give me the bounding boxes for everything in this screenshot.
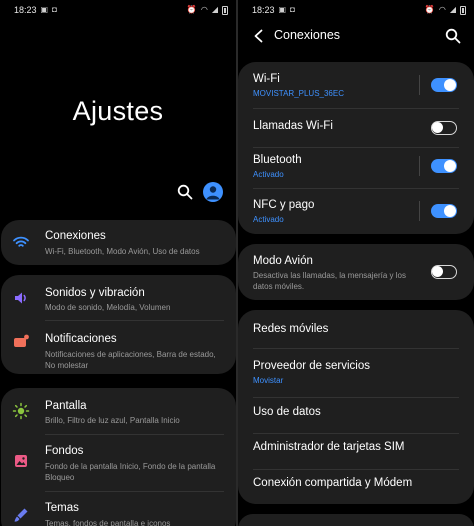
menu-item-tethering[interactable]: Conexión compartida y Módem	[238, 470, 474, 504]
account-avatar-icon[interactable]	[203, 182, 223, 202]
settings-item-subtitle: Notificaciones de aplicaciones, Barra de…	[45, 350, 216, 370]
status-time: 18:23	[14, 5, 37, 15]
settings-item-notifications[interactable]: Notificaciones Notificaciones de aplicac…	[1, 321, 236, 374]
wifi-calling-row[interactable]: Llamadas Wi-Fi	[238, 109, 474, 147]
settings-item-title: Temas	[45, 502, 79, 514]
wifi-title: Wi-Fi	[253, 73, 280, 85]
image-icon	[15, 455, 27, 467]
menu-item-service-provider[interactable]: Proveedor de servicios Movistar	[238, 349, 474, 397]
airplane-mode-description: Desactiva las llamadas, la mensajería y …	[253, 271, 406, 291]
notification-icon	[14, 334, 29, 347]
settings-item-subtitle: Modo de sonido, Melodía, Volumen	[45, 303, 171, 312]
status-time: 18:23	[252, 5, 275, 15]
wifi-calling-title: Llamadas Wi-Fi	[253, 120, 333, 132]
menu-item-title: Conexión compartida y Módem	[253, 477, 413, 489]
page-title: Ajustes	[72, 96, 164, 126]
settings-item-subtitle: Brillo, Filtro de luz azul, Pantalla Ini…	[45, 416, 180, 425]
wifi-calling-toggle[interactable]	[431, 121, 457, 135]
separator	[419, 201, 420, 221]
menu-item-title: Proveedor de servicios	[253, 360, 370, 372]
settings-item-title: Fondos	[45, 445, 84, 457]
wifi-network-name: MOVISTAR_PLUS_36EC	[253, 89, 344, 98]
bluetooth-title: Bluetooth	[253, 154, 302, 166]
status-bar: 18:23 ▣ ◘ ⏰ ◠ ◢	[238, 0, 474, 20]
bluetooth-toggle[interactable]	[431, 159, 457, 173]
settings-item-subtitle: Temas, fondos de pantalla e iconos	[45, 519, 171, 526]
airplane-mode-title: Modo Avión	[253, 255, 313, 267]
settings-item-subtitle: Fondo de la pantalla Inicio, Fondo de la…	[45, 462, 216, 482]
settings-card-display: Pantalla Brillo, Filtro de luz azul, Pan…	[1, 388, 236, 526]
nfc-toggle[interactable]	[431, 204, 457, 218]
alarm-icon: ⏰	[186, 5, 197, 14]
settings-item-title: Sonidos y vibración	[45, 287, 145, 299]
menu-item-title: Administrador de tarjetas SIM	[253, 441, 405, 453]
airplane-mode-toggle[interactable]	[431, 265, 457, 279]
settings-item-title: Notificaciones	[45, 333, 117, 345]
settings-item-sounds[interactable]: Sonidos y vibración Modo de sonido, Melo…	[1, 275, 236, 319]
back-arrow-icon[interactable]	[252, 28, 266, 44]
menu-item-subtitle: Movistar	[253, 376, 284, 385]
connections-menu-card: Redes móviles Proveedor de servicios Mov…	[238, 310, 474, 504]
wifi-status-icon: ◠	[438, 5, 446, 14]
connections-toggles-card: Wi-Fi MOVISTAR_PLUS_36EC Llamadas Wi-Fi …	[238, 62, 474, 234]
settings-item-subtitle: Wi-Fi, Bluetooth, Modo Avión, Uso de dat…	[45, 247, 200, 256]
brush-icon	[14, 508, 28, 522]
airplane-mode-card: Modo Avión Desactiva las llamadas, la me…	[238, 244, 474, 300]
nfc-title: NFC y pago	[253, 199, 315, 211]
status-bar: 18:23 ▣ ◘ ⏰ ◠ ◢	[0, 0, 236, 20]
bluetooth-status: Activado	[253, 170, 284, 179]
menu-item-data-usage[interactable]: Uso de datos	[238, 398, 474, 433]
settings-home-screen: 18:23 ▣ ◘ ⏰ ◠ ◢ Ajustes Conexiones Wi-Fi…	[0, 0, 236, 526]
settings-card-connections: Conexiones Wi-Fi, Bluetooth, Modo Avión,…	[1, 220, 236, 265]
settings-item-themes[interactable]: Temas Temas, fondos de pantalla e iconos	[1, 492, 236, 526]
wifi-toggle[interactable]	[431, 78, 457, 92]
signal-icon: ◢	[449, 5, 456, 14]
battery-icon	[460, 5, 466, 15]
wifi-icon	[13, 236, 29, 247]
media-notification-icon: ◘	[52, 5, 57, 14]
wifi-status-icon: ◠	[200, 5, 208, 14]
sun-icon	[12, 402, 30, 420]
media-notification-icon: ◘	[290, 5, 295, 14]
search-icon[interactable]	[444, 27, 462, 45]
alarm-icon: ⏰	[424, 5, 435, 14]
airplane-mode-row[interactable]: Modo Avión Desactiva las llamadas, la me…	[238, 244, 474, 300]
speaker-icon	[15, 292, 26, 304]
bluetooth-row[interactable]: Bluetooth Activado	[238, 148, 474, 188]
connections-screen: 18:23 ▣ ◘ ⏰ ◠ ◢ Conexiones Wi-Fi MOVISTA…	[238, 0, 474, 526]
page-title: Conexiones	[274, 28, 341, 42]
menu-item-title: Redes móviles	[253, 323, 329, 335]
menu-item-mobile-networks[interactable]: Redes móviles	[238, 310, 474, 348]
wifi-row[interactable]: Wi-Fi MOVISTAR_PLUS_36EC	[238, 62, 474, 108]
separator	[419, 156, 420, 176]
nfc-row[interactable]: NFC y pago Activado	[238, 189, 474, 234]
signal-icon: ◢	[211, 5, 218, 14]
more-connections-card	[238, 514, 474, 526]
gallery-notification-icon: ▣	[278, 5, 287, 14]
search-icon[interactable]	[176, 183, 194, 201]
nfc-status: Activado	[253, 215, 284, 224]
settings-item-wallpapers[interactable]: Fondos Fondo de la pantalla Inicio, Fond…	[1, 435, 236, 491]
settings-item-title: Conexiones	[45, 230, 106, 242]
gallery-notification-icon: ▣	[40, 5, 49, 14]
settings-item-display[interactable]: Pantalla Brillo, Filtro de luz azul, Pan…	[1, 388, 236, 434]
menu-item-title: Uso de datos	[253, 406, 321, 418]
settings-item-title: Pantalla	[45, 400, 87, 412]
battery-icon	[222, 5, 228, 15]
menu-item-sim-manager[interactable]: Administrador de tarjetas SIM	[238, 434, 474, 469]
separator	[419, 75, 420, 95]
settings-card-sound-notifications: Sonidos y vibración Modo de sonido, Melo…	[1, 275, 236, 374]
settings-item-connections[interactable]: Conexiones Wi-Fi, Bluetooth, Modo Avión,…	[1, 220, 236, 265]
